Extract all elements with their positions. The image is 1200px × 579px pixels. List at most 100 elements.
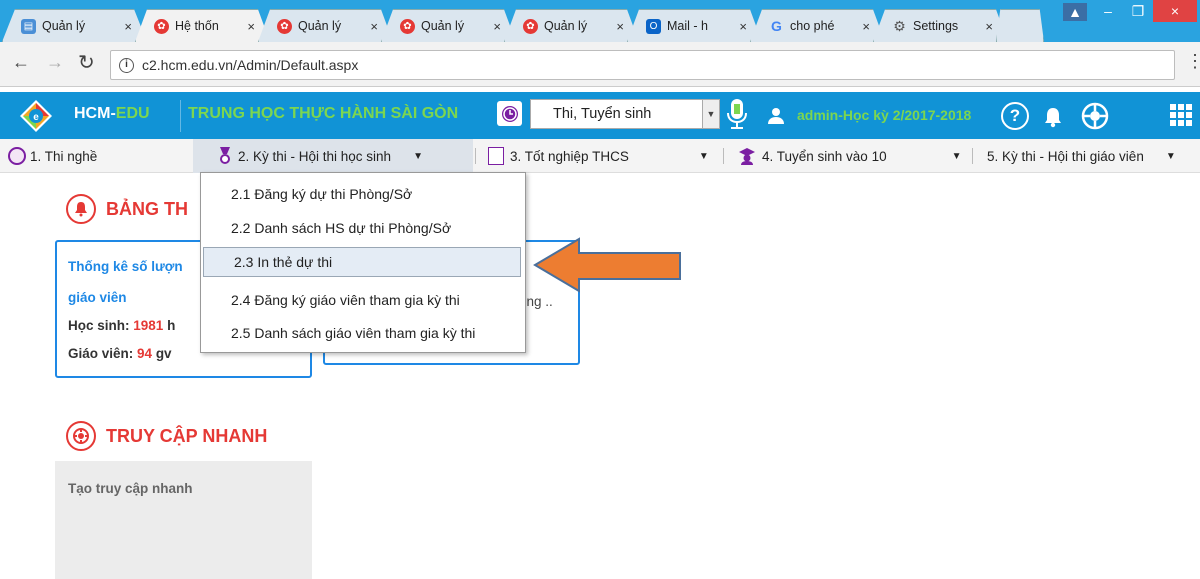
dropdown-item[interactable]: 2.5 Danh sách giáo viên tham gia kỳ thi [201,318,525,348]
students-value: 1981 [133,318,164,333]
dropdown-item-label: 2.3 In thẻ dự thi [234,254,333,270]
dropdown-menu: 2.1 Đăng ký dự thi Phòng/Sở 2.2 Danh sác… [200,172,526,353]
back-arrow-icon[interactable]: ← [12,52,30,73]
dashboard-icon[interactable] [1080,101,1110,131]
stats-heading-line2[interactable]: giáo viên [68,290,127,305]
doc-icon: ▤ [21,18,36,34]
microphone-icon[interactable] [725,98,749,132]
medal-icon [218,147,232,165]
menu-item-label: 4. Tuyển sinh vào 10 [762,148,887,164]
board-title-text: BẢNG TH [106,198,188,219]
main-menu-bar: 1. Thi nghề 2. Kỳ thi - Hội thi học sinh… [0,139,1200,173]
close-icon[interactable]: × [124,19,132,34]
app-icon: ✿ [154,18,169,34]
divider [972,148,973,164]
bell-icon [66,194,96,224]
browser-tab[interactable]: ⚙ Settings × [873,9,1008,42]
close-icon[interactable]: × [493,19,501,34]
help-icon[interactable]: ? [1001,102,1029,130]
dropdown-item-label: 2.2 Danh sách HS dự thi Phòng/Sở [231,220,452,236]
hcm-edu-logo-icon[interactable]: e [19,99,53,133]
dropdown-item-label: 2.4 Đăng ký giáo viên tham gia kỳ thi [231,292,460,308]
menu-item-tuyen-sinh[interactable]: 4. Tuyển sinh vào 10 ▼ [738,139,962,173]
students-label: Học sinh: [68,318,134,333]
tab-label: Quản lý [42,19,86,33]
dropdown-item[interactable]: 2.4 Đăng ký giáo viên tham gia kỳ thi [201,285,525,315]
forward-arrow-icon[interactable]: → [46,52,64,73]
teachers-label: Giáo viên: [68,346,138,361]
graduate-icon [738,147,756,165]
gear-icon: ⚙ [893,17,906,34]
browser-tab[interactable]: G cho phé × [750,9,885,42]
stats-heading-line1[interactable]: Thống kê số lượn [68,259,183,274]
tab-label: Quản lý [298,19,342,33]
dropdown-item[interactable]: 2.1 Đăng ký dự thi Phòng/Sở [201,179,525,209]
chevron-down-icon: ▼ [702,100,719,128]
close-icon[interactable]: × [985,19,993,34]
user-info[interactable]: admin-Học kỳ 2/2017-2018 [797,107,971,123]
info-icon[interactable]: i [119,57,134,73]
bell-icon[interactable] [1039,102,1067,130]
minimize-icon[interactable]: – [1093,0,1123,22]
menu-item-label: 5. Kỳ thi - Hội thi giáo viên [987,148,1144,164]
teachers-count: Giáo viên: 94 gv [68,346,172,361]
brand-hcm: HCM- [74,105,116,122]
divider [180,100,181,132]
new-tab-button[interactable] [996,9,1044,42]
quick-access-title-text: TRUY CẬP NHANH [106,425,268,446]
menu-dots-icon[interactable]: ⋮ [1186,51,1200,72]
tab-label: Mail - h [667,19,708,33]
app-header: e HCM-EDU TRUNG HỌC THỰC HÀNH SÀI GÒN Th… [0,92,1200,139]
brand-name[interactable]: HCM-EDU [74,105,150,123]
browser-tab[interactable]: O Mail - h × [627,9,762,42]
reload-icon[interactable]: ↻ [78,50,95,75]
browser-tab-active[interactable]: ✿ Hệ thốn × [135,9,270,42]
app-icon: ✿ [400,18,415,34]
apps-grid-icon[interactable] [1170,104,1192,126]
callout-arrow-icon [532,236,684,294]
dropdown-item-highlighted[interactable]: 2.3 In thẻ dự thi [203,247,521,277]
browser-tab[interactable]: ✿ Quản lý × [258,9,393,42]
browser-tab[interactable]: ▤ Quản lý × [2,9,147,42]
browser-tab-strip: ▤ Quản lý × ✿ Hệ thốn × ✿ Quản lý × ✿ Qu… [0,0,1200,42]
chevron-down-icon: ▼ [951,150,962,162]
dropdown-item-label: 2.5 Danh sách giáo viên tham gia kỳ thi [231,325,476,341]
url-text: c2.hcm.edu.vn/Admin/Default.aspx [142,57,359,73]
browser-tab[interactable]: ✿ Quản lý × [504,9,639,42]
tab-label: Hệ thốn [175,19,219,33]
profile-icon[interactable]: ▲ [1063,3,1087,21]
tab-label: Quản lý [544,19,588,33]
browser-tab[interactable]: ✿ Quản lý × [381,9,516,42]
clock-icon[interactable] [497,101,522,126]
url-bar[interactable]: i c2.hcm.edu.vn/Admin/Default.aspx [110,50,1175,80]
menu-item-ky-thi-giao-vien[interactable]: 5. Kỳ thi - Hội thi giáo viên ▼ [987,139,1176,173]
close-icon[interactable]: × [862,19,870,34]
close-icon[interactable]: × [739,19,747,34]
gauge-icon [8,147,26,165]
module-select[interactable]: Thi, Tuyển sinh ▼ [530,99,720,129]
maximize-icon[interactable]: ❐ [1123,0,1153,22]
svg-text:e: e [33,112,39,123]
user-icon [766,106,786,126]
teachers-value: 94 [137,346,153,361]
close-icon[interactable]: × [370,19,378,34]
dropdown-item[interactable]: 2.2 Danh sách HS dự thi Phòng/Sở [201,213,525,243]
certificate-icon [488,147,504,165]
quick-access-panel[interactable]: Tạo truy cập nhanh [55,461,312,579]
app-icon: ✿ [277,18,292,34]
window-close-icon[interactable]: × [1153,0,1197,22]
divider [475,148,476,164]
close-icon[interactable]: × [247,19,255,34]
create-quick-access-link[interactable]: Tạo truy cập nhanh [68,481,193,496]
menu-item-tot-nghiep[interactable]: 3. Tốt nghiệp THCS ▼ [488,139,709,173]
tab-label: Settings [913,19,959,33]
tab-label: cho phé [790,19,835,33]
close-icon[interactable]: × [616,19,624,34]
chevron-down-icon: ▼ [1165,150,1176,162]
menu-item-label: 1. Thi nghề [30,148,98,164]
divider [723,148,724,164]
menu-item-thi-nghe[interactable]: 1. Thi nghề [8,139,97,173]
students-unit: h [163,318,176,333]
menu-item-ky-thi-hoc-sinh[interactable]: 2. Kỳ thi - Hội thi học sinh ▼ [218,139,423,173]
module-select-value: Thi, Tuyển sinh [553,106,652,122]
